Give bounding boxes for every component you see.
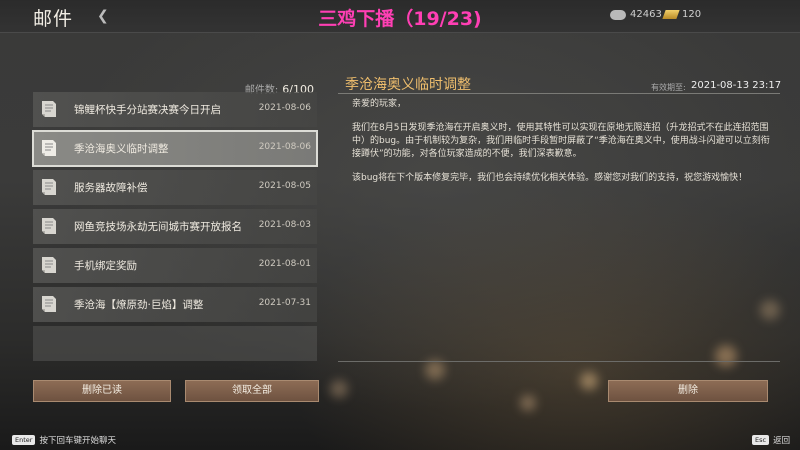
- enter-hint-text: 按下回车键开始聊天: [39, 436, 116, 446]
- esc-hint-text: 返回: [773, 436, 791, 446]
- silver-amount: 42463: [630, 9, 662, 20]
- scroll-icon: [42, 257, 56, 273]
- divider: [338, 93, 780, 94]
- mail-item-title: 服务器故障补偿: [74, 182, 148, 194]
- mail-detail-title: 季沧海奥义临时调整: [345, 77, 471, 93]
- esc-back-hint[interactable]: Esc 返回: [752, 434, 790, 446]
- mail-item[interactable]: 服务器故障补偿 2021-08-05: [33, 170, 317, 205]
- mail-item[interactable]: 手机绑定奖励 2021-08-01: [33, 248, 317, 283]
- mail-item-date: 2021-08-06: [258, 103, 311, 113]
- mail-item-title: 季沧海奥义临时调整: [74, 143, 169, 155]
- mail-item-title: 季沧海【燎原劲·巨焰】调整: [74, 299, 204, 311]
- bokeh-light: [715, 345, 737, 367]
- expire-date: 2021-08-13 23:17: [691, 80, 782, 91]
- mail-item-title: 锦鲤杯快手分站赛决赛今日开启: [74, 104, 221, 116]
- scroll-icon: [42, 218, 56, 234]
- mail-paragraph: 该bug将在下个版本修复完毕，我们也会持续优化相关体验。感谢您对我们的支持，祝您…: [352, 173, 748, 183]
- top-bar: 邮件 ❮ 三鸡下播（19/23) 42463 120: [0, 0, 800, 33]
- mail-item[interactable]: 锦鲤杯快手分站赛决赛今日开启 2021-08-06: [33, 92, 317, 127]
- mail-item[interactable]: 季沧海【燎原劲·巨焰】调整 2021-07-31: [33, 287, 317, 322]
- mail-body: 亲爱的玩家， 我们在8月5日发现季沧海在开启奥义时，使用其特性可以实现在原地无限…: [352, 98, 776, 196]
- mail-empty-slot: [33, 326, 317, 361]
- scroll-icon: [42, 140, 56, 156]
- bokeh-light: [580, 372, 598, 390]
- enter-chat-hint: Enter 按下回车键开始聊天: [12, 434, 116, 446]
- claim-all-button[interactable]: 领取全部: [185, 380, 319, 402]
- divider: [338, 361, 780, 362]
- mail-item-title: 网鱼竞技场永劫无间城市赛开放报名: [74, 221, 242, 233]
- scroll-icon: [42, 179, 56, 195]
- gold-balance: 120: [662, 9, 702, 20]
- mail-item[interactable]: 网鱼竞技场永劫无间城市赛开放报名 2021-08-03: [33, 209, 317, 244]
- delete-read-button[interactable]: 删除已读: [33, 380, 171, 402]
- expire-label: 有效期至:: [651, 83, 686, 92]
- silver-balance: 42463: [610, 9, 662, 20]
- mail-greeting: 亲爱的玩家，: [352, 99, 407, 109]
- mail-item-title: 手机绑定奖励: [74, 260, 137, 272]
- mail-item-selected[interactable]: 季沧海奥义临时调整 2021-08-06: [32, 130, 318, 167]
- silver-coin-icon: [610, 9, 626, 20]
- bokeh-light: [425, 360, 445, 380]
- gold-ingot-icon: [662, 10, 680, 19]
- scroll-icon: [42, 101, 56, 117]
- mail-item-date: 2021-07-31: [258, 298, 311, 308]
- bokeh-light: [760, 300, 780, 320]
- mail-item-date: 2021-08-01: [258, 259, 311, 269]
- scroll-icon: [42, 296, 56, 312]
- mail-paragraph: 我们在8月5日发现季沧海在开启奥义时，使用其特性可以实现在原地无限连招（升龙招式…: [352, 123, 770, 159]
- delete-button[interactable]: 删除: [608, 380, 768, 402]
- esc-key-icon: Esc: [752, 435, 770, 445]
- mail-list: 锦鲤杯快手分站赛决赛今日开启 2021-08-06 季沧海奥义临时调整 2021…: [32, 92, 318, 361]
- mail-item-date: 2021-08-06: [258, 142, 311, 152]
- bokeh-light: [520, 395, 536, 411]
- enter-key-icon: Enter: [12, 435, 36, 445]
- bokeh-light: [330, 380, 348, 398]
- mail-item-date: 2021-08-05: [258, 181, 311, 191]
- mail-item-date: 2021-08-03: [258, 220, 311, 230]
- gold-amount: 120: [682, 9, 702, 20]
